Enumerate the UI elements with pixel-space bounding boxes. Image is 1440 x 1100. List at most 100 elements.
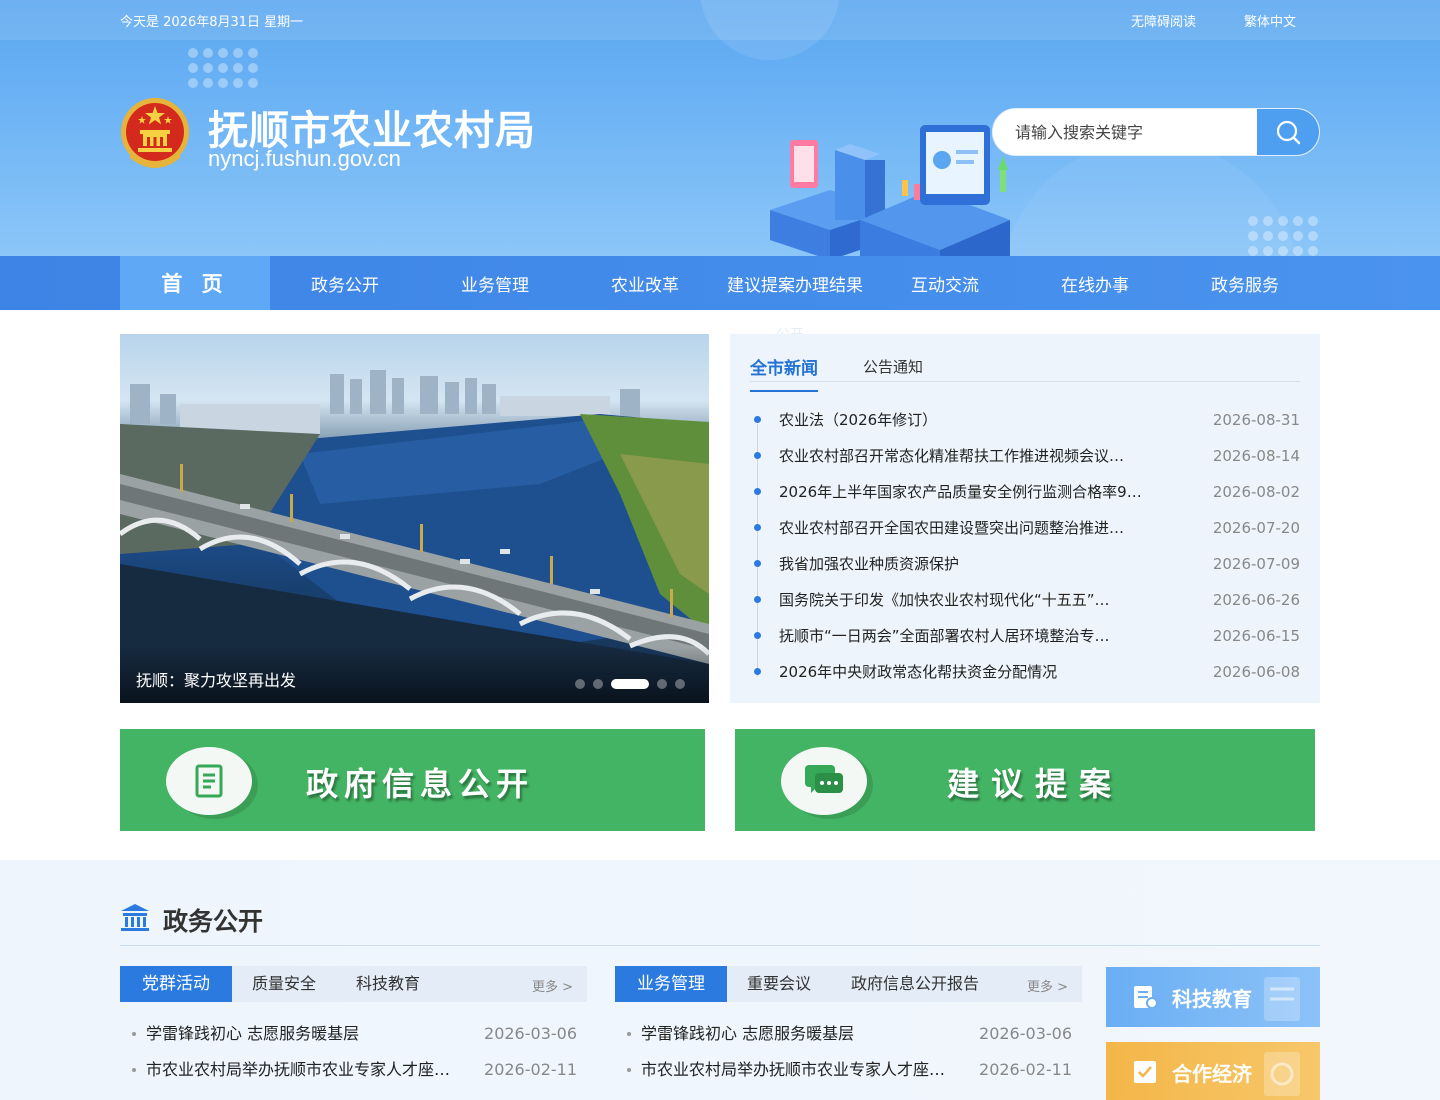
news-title: 2026年中央财政常态化帮扶资金分配情况 <box>779 663 1058 681</box>
news-title: 我省加强农业种质资源保护 <box>779 555 960 573</box>
news-item[interactable]: 农业农村部召开全国农田建设暨突出问题整治推进… 2026-07-20 <box>750 510 1300 546</box>
bullet-dot <box>754 668 761 675</box>
news-date: 2026-08-14 <box>1212 447 1300 465</box>
bullet-dot <box>754 560 761 567</box>
section-header: 政务公开 <box>120 902 1320 946</box>
news-item[interactable]: 农业农村部召开常态化精准帮扶工作推进视频会议… 2026-08-14 <box>750 438 1300 474</box>
site-domain: nyncj.fushun.gov.cn <box>208 146 401 171</box>
bullet-dot <box>627 1032 631 1036</box>
banner-label: 政府信息公开 <box>306 765 535 803</box>
search-input[interactable] <box>993 109 1259 155</box>
carousel-pager <box>575 679 685 689</box>
news-item[interactable]: 农业法（2026年修订） 2026-08-31 <box>750 402 1300 438</box>
news-date: 2026-07-20 <box>1212 519 1300 537</box>
item-date: 2026-02-11 <box>484 1060 577 1079</box>
news-date: 2026-07-09 <box>1212 555 1300 573</box>
tab-city-news[interactable]: 全市新闻 <box>750 354 818 392</box>
search-box <box>992 108 1320 156</box>
nav-item-proposal-results[interactable]: 建议提案办理结果 公开 <box>720 256 870 344</box>
bullet-dot <box>754 524 761 531</box>
business-management-panel: 业务管理 重要会议 政府信息公开报告 更多 > 学雷锋践初心 志愿服务暖基层 20… <box>615 966 1082 1088</box>
document-icon <box>195 764 223 798</box>
news-title: 农业农村部召开全国农田建设暨突出问题整治推进… <box>779 519 1125 537</box>
button-label: 合作经济 <box>1172 1062 1252 1086</box>
traditional-chinese-link[interactable]: 繁体中文 <box>1244 11 1296 30</box>
more-link[interactable]: 更多 > <box>532 976 573 995</box>
news-date: 2026-08-31 <box>1212 411 1300 429</box>
news-item[interactable]: 我省加强农业种质资源保护 2026-07-09 <box>750 546 1300 582</box>
chat-bubble-icon <box>805 765 843 793</box>
banner-label: 建议提案 <box>947 765 1124 803</box>
tech-education-button[interactable]: 科技教育 <box>1106 967 1320 1027</box>
news-title: 抚顺市“一日两会”全面部署农村人居环境整治专… <box>779 627 1110 645</box>
button-label: 科技教育 <box>1172 987 1252 1011</box>
bullet-dot <box>754 452 761 459</box>
tab-business-management[interactable]: 业务管理 <box>615 966 727 1002</box>
cooperative-economy-button[interactable]: 合作经济 <box>1106 1042 1320 1100</box>
panel-list: 学雷锋践初心 志愿服务暖基层 2026-03-06 市农业农村局举办抚顺市农业专家… <box>615 1016 1082 1088</box>
checklist-icon <box>1134 1061 1156 1083</box>
nav-item-interaction[interactable]: 互动交流 <box>870 256 1020 310</box>
bullet-dot <box>754 416 761 423</box>
news-date: 2026-08-02 <box>1212 483 1300 501</box>
tab-tech-education[interactable]: 科技教育 <box>336 966 440 1002</box>
accessible-reading-link[interactable]: 无障碍阅读 <box>1131 11 1196 30</box>
carousel-dot[interactable] <box>657 679 667 689</box>
news-tabs: 全市新闻 公告通知 <box>750 352 1300 392</box>
news-title: 农业农村部召开常态化精准帮扶工作推进视频会议… <box>779 447 1125 465</box>
list-item[interactable]: 学雷锋践初心 志愿服务暖基层 2026-03-06 <box>120 1016 587 1052</box>
news-title: 国务院关于印发《加快农业农村现代化“十五五”… <box>779 591 1110 609</box>
item-title: 市农业农村局举办抚顺市农业专家人才座… <box>146 1060 451 1079</box>
carousel-caption: 抚顺：聚力攻坚再出发 <box>136 671 297 690</box>
news-item[interactable]: 国务院关于印发《加快农业农村现代化“十五五”… 2026-06-26 <box>750 582 1300 618</box>
decor-dots <box>1248 216 1318 256</box>
item-date: 2026-03-06 <box>484 1024 577 1043</box>
tab-notices[interactable]: 公告通知 <box>863 356 923 377</box>
party-activities-panel: 党群活动 质量安全 科技教育 更多 > 学雷锋践初心 志愿服务暖基层 2026-0… <box>120 966 587 1088</box>
panel-list: 学雷锋践初心 志愿服务暖基层 2026-03-06 市农业农村局举办抚顺市农业专家… <box>120 1016 587 1088</box>
news-item[interactable]: 2026年中央财政常态化帮扶资金分配情况 2026-06-08 <box>750 654 1300 690</box>
nav-item-government-affairs[interactable]: 政务公开 <box>270 256 420 310</box>
nav-item-government-services[interactable]: 政务服务 <box>1170 256 1320 310</box>
search-icon <box>1276 120 1301 145</box>
tab-important-meetings[interactable]: 重要会议 <box>727 966 831 1002</box>
nav-item-business-management[interactable]: 业务管理 <box>420 256 570 310</box>
banner-icon-circle <box>781 747 867 815</box>
checklist-watermark-icon <box>1264 1052 1300 1096</box>
news-panel: 全市新闻 公告通知 农业法（2026年修订） 2026-08-31 农业农村部召开… <box>730 334 1320 703</box>
nav-item-agricultural-reform[interactable]: 农业改革 <box>570 256 720 310</box>
bullet-dot <box>754 488 761 495</box>
item-title: 学雷锋践初心 志愿服务暖基层 <box>146 1024 360 1043</box>
bullet-dot <box>132 1032 136 1036</box>
site-header: 今天是 2026年8月31日 星期一 无障碍阅读 繁体中文 抚顺市农业农村局 n… <box>0 0 1440 256</box>
item-date: 2026-03-06 <box>979 1024 1072 1043</box>
news-item[interactable]: 抚顺市“一日两会”全面部署农村人居环境整治专… 2026-06-15 <box>750 618 1300 654</box>
carousel-dot[interactable] <box>575 679 585 689</box>
photo-carousel[interactable]: 抚顺：聚力攻坚再出发 <box>120 334 709 703</box>
tab-info-disclosure-report[interactable]: 政府信息公开报告 <box>831 966 999 1002</box>
government-building-icon <box>121 904 149 931</box>
nav-item-home[interactable]: 首 页 <box>120 256 270 310</box>
news-item[interactable]: 2026年上半年国家农产品质量安全例行监测合格率9… 2026-08-02 <box>750 474 1300 510</box>
nav-item-online-services[interactable]: 在线办事 <box>1020 256 1170 310</box>
decor-dots <box>188 48 258 88</box>
item-title: 学雷锋践初心 志愿服务暖基层 <box>641 1024 855 1043</box>
tab-party-activities[interactable]: 党群活动 <box>120 966 232 1002</box>
item-title: 市农业农村局举办抚顺市农业专家人才座… <box>641 1060 946 1079</box>
top-bar: 今天是 2026年8月31日 星期一 无障碍阅读 繁体中文 <box>0 0 1440 40</box>
search-button[interactable] <box>1257 109 1319 155</box>
gov-info-disclosure-banner[interactable]: 政府信息公开 <box>120 729 705 831</box>
carousel-dot[interactable] <box>675 679 685 689</box>
panel-tabs: 业务管理 重要会议 政府信息公开报告 更多 > <box>615 966 1082 1002</box>
carousel-dot[interactable] <box>593 679 603 689</box>
tab-quality-safety[interactable]: 质量安全 <box>232 966 336 1002</box>
news-title: 农业法（2026年修订） <box>779 411 938 429</box>
list-item[interactable]: 市农业农村局举办抚顺市农业专家人才座… 2026-02-11 <box>615 1052 1082 1088</box>
list-item[interactable]: 市农业农村局举办抚顺市农业专家人才座… 2026-02-11 <box>120 1052 587 1088</box>
more-link[interactable]: 更多 > <box>1027 976 1068 995</box>
carousel-dot-active[interactable] <box>611 679 649 689</box>
news-date: 2026-06-15 <box>1212 627 1300 645</box>
bullet-dot <box>132 1068 136 1072</box>
list-item[interactable]: 学雷锋践初心 志愿服务暖基层 2026-03-06 <box>615 1016 1082 1052</box>
proposal-banner[interactable]: 建议提案 <box>735 729 1315 831</box>
